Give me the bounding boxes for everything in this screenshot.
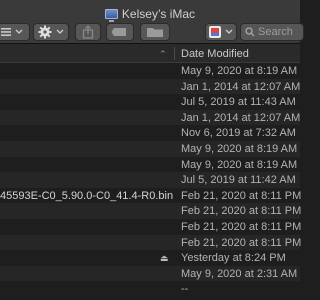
view-options-button[interactable] — [0, 23, 30, 41]
new-folder-button[interactable] — [140, 23, 170, 41]
list-item[interactable]: -- — [0, 281, 300, 297]
action-menu-button[interactable] — [33, 23, 69, 41]
list-item[interactable]: Feb 21, 2020 at 8:11 PM — [0, 219, 302, 235]
list-item[interactable]: May 9, 2020 at 8:19 AM — [0, 157, 300, 173]
date-modified: Feb 21, 2020 at 8:11 PM — [181, 205, 302, 218]
date-modified: Jan 1, 2014 at 12:07 AM — [181, 80, 301, 93]
folder-icon — [147, 28, 163, 37]
list-item[interactable]: May 9, 2020 at 8:19 AM — [0, 140, 300, 157]
list-item[interactable]: 45593E-C0_5.90.0-C0_41.4-R0.bin Feb 21, … — [0, 188, 302, 204]
search-field[interactable]: Search — [240, 23, 304, 41]
gear-icon — [38, 25, 64, 39]
list-view-icon — [1, 28, 23, 36]
imac-icon — [104, 9, 118, 22]
date-modified: Jan 1, 2014 at 12:07 AM — [181, 111, 301, 124]
date-modified: Feb 21, 2020 at 8:11 PM — [181, 236, 302, 249]
list-item[interactable]: May 9, 2020 at 2:31 AM — [0, 265, 300, 282]
tags-button[interactable] — [106, 23, 134, 41]
date-modified: Feb 21, 2020 at 8:11 PM — [181, 220, 302, 233]
list-item[interactable]: Jan 1, 2014 at 12:07 AM — [0, 109, 301, 126]
date-modified: Nov 6, 2019 at 7:32 AM — [181, 127, 296, 140]
share-icon — [82, 25, 94, 39]
list-item[interactable]: ⏏ Yesterday at 8:24 PM — [0, 250, 300, 266]
app-launcher-button[interactable] — [205, 23, 237, 41]
column-divider[interactable] — [174, 47, 175, 60]
date-modified-column-header[interactable]: Date Modified — [181, 48, 249, 60]
column-header: ⌃ Date Modified — [0, 44, 300, 63]
search-icon — [245, 27, 255, 37]
date-modified: May 9, 2020 at 2:31 AM — [181, 267, 298, 280]
date-modified: Jul 5, 2019 at 11:42 AM — [181, 174, 296, 187]
window-title: Kelsey’s iMac — [0, 7, 300, 22]
list-item[interactable]: Jan 1, 2014 at 12:07 AM — [0, 78, 301, 95]
search-placeholder: Search — [258, 26, 293, 38]
date-modified: May 9, 2020 at 8:19 AM — [181, 142, 298, 155]
date-modified: -- — [181, 283, 189, 296]
app-icon — [209, 26, 233, 38]
sort-indicator-icon[interactable]: ⌃ — [159, 49, 167, 60]
list-item[interactable]: Jul 5, 2019 at 11:42 AM — [0, 172, 300, 188]
tag-icon — [111, 28, 126, 36]
date-modified: Jul 5, 2019 at 11:43 AM — [181, 96, 296, 109]
list-item[interactable]: Jul 5, 2019 at 11:43 AM — [0, 94, 300, 110]
window-title-text: Kelsey’s iMac — [121, 7, 196, 21]
date-modified: Yesterday at 8:24 PM — [181, 252, 286, 265]
file-list: May 9, 2020 at 8:19 AM Jan 1, 2014 at 12… — [0, 63, 302, 297]
share-button[interactable] — [75, 23, 101, 41]
window-toolbar: Kelsey’s iMac Search — [0, 0, 304, 44]
date-modified: Feb 21, 2020 at 8:11 PM — [181, 189, 302, 202]
list-item[interactable]: Nov 6, 2019 at 7:32 AM — [0, 125, 300, 141]
date-modified: May 9, 2020 at 8:19 AM — [181, 65, 298, 77]
file-name: 45593E-C0_5.90.0-C0_41.4-R0.bin — [0, 189, 174, 202]
list-item[interactable]: May 9, 2020 at 8:19 AM — [0, 63, 300, 79]
eject-icon[interactable]: ⏏ — [160, 253, 169, 264]
list-item[interactable]: Feb 21, 2020 at 8:11 PM — [0, 203, 302, 219]
date-modified: May 9, 2020 at 8:19 AM — [181, 158, 298, 171]
list-item[interactable]: Feb 21, 2020 at 8:11 PM — [0, 234, 302, 251]
